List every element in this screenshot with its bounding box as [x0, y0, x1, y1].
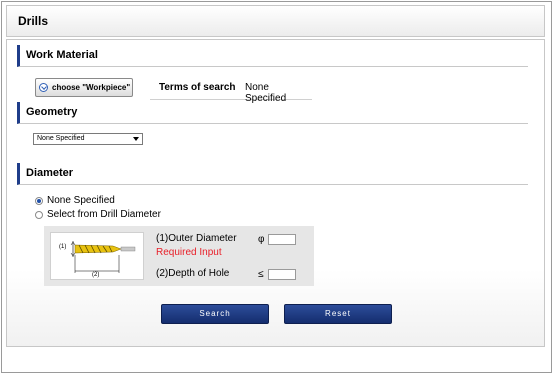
work-material-heading: Work Material [17, 45, 528, 67]
depth-of-hole-input[interactable] [268, 269, 296, 280]
outer-diameter-label: (1)Outer Diameter [156, 233, 237, 244]
radio-none-specified[interactable]: None Specified [35, 195, 115, 206]
geometry-title: Geometry [26, 106, 78, 118]
search-button[interactable]: Search [161, 304, 269, 324]
diameter-input-box: (1) (2) (1)Outer Diameter Required Input… [44, 226, 314, 286]
required-input-text: Required Input [156, 247, 222, 258]
page-header: Drills [6, 5, 545, 37]
geometry-heading: Geometry [17, 102, 528, 124]
choose-workpiece-button[interactable]: choose "Workpiece" [35, 78, 133, 97]
reset-button[interactable]: Reset [284, 304, 392, 324]
geometry-select[interactable]: None Specified [33, 133, 143, 145]
terms-value: None Specified [245, 82, 287, 104]
radio-button[interactable] [35, 210, 43, 219]
figure-label-1: (1) [59, 244, 67, 250]
geometry-select-value: None Specified [37, 135, 85, 142]
depth-of-hole-label: (2)Depth of Hole [156, 268, 230, 279]
radio-label: None Specified [47, 195, 115, 206]
phi-symbol: φ [258, 234, 265, 245]
chevron-down-icon [39, 83, 48, 92]
outer-diameter-input[interactable] [268, 234, 296, 245]
radio-button[interactable] [35, 196, 43, 205]
diameter-heading: Diameter [17, 163, 528, 185]
choose-workpiece-label: choose "Workpiece" [52, 83, 131, 92]
figure-label-2: (2) [92, 272, 100, 278]
diameter-title: Diameter [26, 167, 74, 179]
terms-label: Terms of search [159, 82, 236, 93]
less-equal-symbol: ≤ [258, 269, 264, 280]
dropdown-arrow-icon [133, 137, 139, 141]
radio-label: Select from Drill Diameter [47, 209, 161, 220]
terms-of-search: Terms of search None Specified [150, 74, 312, 104]
work-material-title: Work Material [26, 49, 98, 61]
page-title: Drills [18, 14, 49, 28]
radio-select-from-drill-diameter[interactable]: Select from Drill Diameter [35, 209, 161, 220]
drill-diagram: (1) (2) [50, 232, 144, 280]
